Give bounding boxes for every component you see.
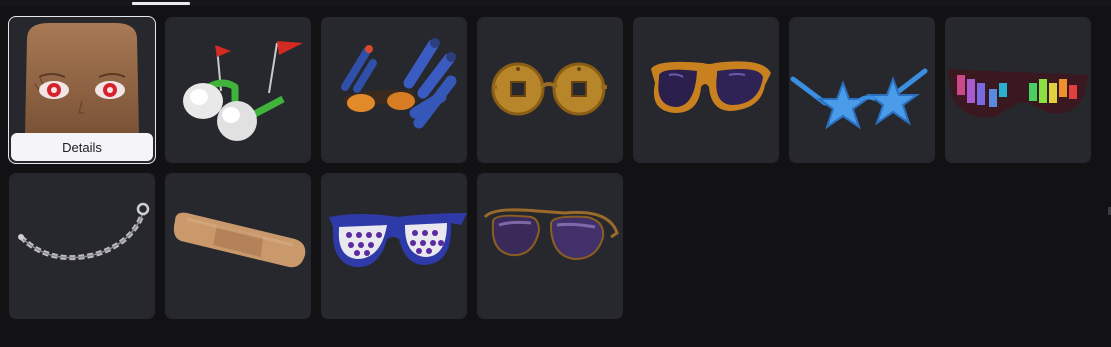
coin-glasses-icon [491,62,607,116]
item-tile-orange-shades[interactable] [633,17,779,163]
dart-blaster-shades-icon [341,38,457,129]
studded-shutter-shades-icon [329,213,467,268]
item-tile-silver-chain[interactable] [9,173,155,319]
item-tile-studded-shades[interactable] [321,173,467,319]
active-tab-indicator [132,2,190,5]
item-tile-purple-aviators[interactable] [477,173,623,319]
purple-aviator-shades-icon [483,208,619,261]
blue-star-glasses-icon [790,68,928,130]
equalizer-shades-icon [947,69,1089,118]
silver-chain-icon [18,202,150,261]
inventory-grid: Details [9,17,1091,319]
bandage-icon [173,212,306,268]
item-tile-coin-glasses[interactable] [477,17,623,163]
item-tile-head[interactable]: Details [9,17,155,163]
item-tile-star-glasses[interactable] [789,17,935,163]
details-button[interactable]: Details [11,133,153,161]
item-tile-dart-shades[interactable] [321,17,467,163]
item-tile-flag-goggles[interactable] [165,17,311,163]
flag-goggles-icon [183,41,303,141]
item-tile-bandage[interactable] [165,173,311,319]
item-tile-equalizer-shades[interactable] [945,17,1091,163]
orange-aviator-shades-icon [651,61,771,113]
